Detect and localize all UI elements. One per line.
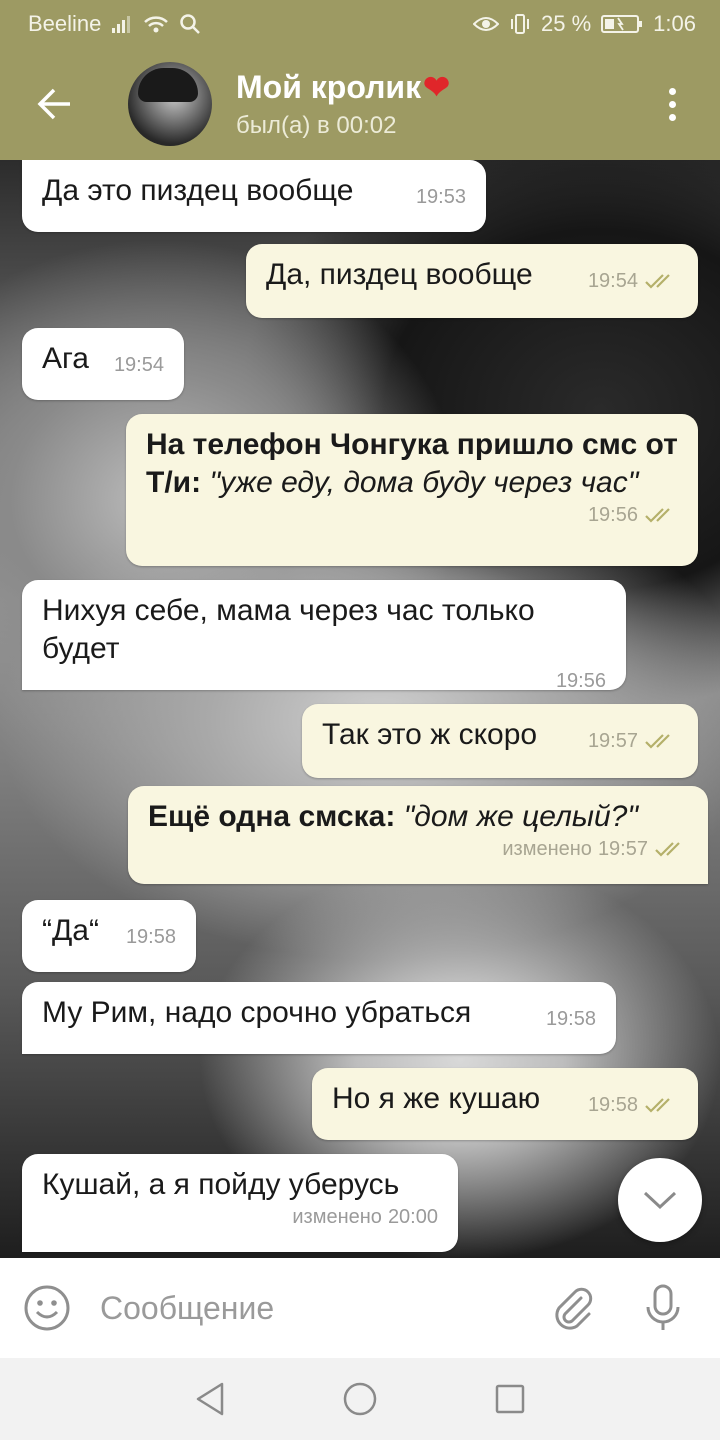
message-bubble[interactable]: “Да“ 19:58 xyxy=(22,900,196,972)
message-italic-text: "дом же целый?" xyxy=(403,800,638,833)
message-time: 19:53 xyxy=(415,186,466,208)
message-time: 20:00 xyxy=(387,1206,438,1228)
chevron-down-icon xyxy=(643,1191,677,1210)
message-input-bar xyxy=(0,1258,720,1358)
more-menu-button[interactable] xyxy=(624,48,720,160)
message-meta: 19:58 xyxy=(546,1008,596,1030)
search-icon xyxy=(179,13,201,35)
double-check-icon xyxy=(645,1098,670,1113)
more-vert-icon xyxy=(668,87,676,95)
message-text: Кушай, а я пойду уберусь xyxy=(42,1168,400,1201)
chat-title-text: Мой кролик xyxy=(236,68,422,105)
message-bubble[interactable]: Но я же кушаю 19:58 xyxy=(312,1068,698,1140)
eye-icon xyxy=(473,15,500,33)
carrier-label: Beeline xyxy=(28,11,102,36)
chat-header: Мой кролик ❤ был(а) в 00:02 xyxy=(0,48,720,160)
status-bar: Beeline 25 % 1:06 xyxy=(0,0,720,48)
back-arrow-icon xyxy=(37,88,70,120)
last-seen-status: был(а) в 00:02 xyxy=(236,112,397,139)
message-text: Да это пиздец вообще xyxy=(42,174,354,207)
message-bubble[interactable]: Кушай, а я пойду уберусь изменено 20:00 xyxy=(22,1154,458,1252)
nav-home-button[interactable] xyxy=(340,1379,380,1419)
message-text: Нихуя себе, мама через час только будет xyxy=(42,594,535,665)
battery-icon xyxy=(601,14,643,34)
system-nav-bar xyxy=(0,1358,720,1440)
voice-record-button[interactable] xyxy=(636,1281,690,1335)
emoji-button[interactable] xyxy=(20,1281,74,1335)
mic-icon xyxy=(646,1284,680,1330)
message-meta: 19:56 xyxy=(56,670,606,692)
nav-recents-button[interactable] xyxy=(490,1379,530,1419)
message-text: Да, пиздец вообще xyxy=(266,258,533,291)
message-bubble[interactable]: Да это пиздец вообще 19:53 xyxy=(22,160,486,232)
message-time: 19:56 xyxy=(587,504,638,526)
message-meta: 19:58 xyxy=(588,1094,678,1116)
nav-back-icon xyxy=(196,1382,224,1416)
message-time: 19:56 xyxy=(555,670,606,692)
message-edited: изменено xyxy=(292,1206,382,1228)
double-check-icon xyxy=(655,842,680,857)
paperclip-icon xyxy=(555,1287,593,1330)
attach-button[interactable] xyxy=(546,1281,600,1335)
message-time: 19:58 xyxy=(587,1094,638,1116)
heart-emoji: ❤ xyxy=(423,69,450,105)
message-meta: 19:54 xyxy=(114,354,164,376)
nav-home-icon xyxy=(343,1382,377,1416)
double-check-icon xyxy=(645,274,670,289)
message-bubble[interactable]: На телефон Чонгука пришло смс от Т/и: "у… xyxy=(126,414,698,566)
smile-icon xyxy=(24,1285,70,1331)
message-text: Так это ж скоро xyxy=(322,718,538,751)
message-text: Ага xyxy=(42,342,89,375)
message-time: 19:57 xyxy=(597,838,648,860)
message-time: 19:54 xyxy=(113,354,164,376)
message-time: 19:58 xyxy=(545,1008,596,1030)
message-bubble[interactable]: Так это ж скоро 19:57 xyxy=(302,704,698,778)
wifi-icon xyxy=(143,14,169,34)
message-bubble[interactable]: Му Рим, надо срочно убраться 19:58 xyxy=(22,982,616,1054)
message-bubble[interactable]: Да, пиздец вообще 19:54 xyxy=(246,244,698,318)
avatar[interactable] xyxy=(128,62,212,146)
message-time: 19:58 xyxy=(125,926,176,948)
scroll-to-bottom-button[interactable] xyxy=(618,1158,702,1242)
chat-area[interactable]: Да это пиздец вообще 19:53 Да, пиздец во… xyxy=(0,160,720,1258)
message-meta: изменено 19:57 xyxy=(162,838,688,860)
message-meta: 19:58 xyxy=(126,926,176,948)
message-bubble[interactable]: Нихуя себе, мама через час только будет … xyxy=(22,580,626,692)
message-bubble[interactable]: Ага 19:54 xyxy=(22,328,184,400)
message-bubble[interactable]: Ещё одна смска: "дом же целый?" изменено… xyxy=(128,786,708,884)
battery-percent: 25 % xyxy=(541,11,592,36)
message-time: 19:54 xyxy=(587,270,638,292)
back-button[interactable] xyxy=(0,48,110,160)
message-text: Му Рим, надо срочно убраться xyxy=(42,996,472,1029)
nav-back-button[interactable] xyxy=(190,1379,230,1419)
message-input[interactable] xyxy=(100,1289,546,1327)
message-text: “Да“ xyxy=(42,914,99,947)
message-meta: 19:56 xyxy=(160,504,678,526)
message-bold-text: Ещё одна смска: xyxy=(148,800,396,833)
message-meta: 19:54 xyxy=(588,270,678,292)
message-italic-text: "уже еду, дома буду через час" xyxy=(209,466,639,499)
double-check-icon xyxy=(645,734,670,749)
message-text: Но я же кушаю xyxy=(332,1082,541,1115)
message-meta: 19:53 xyxy=(416,186,466,208)
signal-icon xyxy=(111,14,133,34)
chat-title: Мой кролик ❤ xyxy=(236,68,450,106)
clock: 1:06 xyxy=(653,11,696,36)
message-edited: изменено xyxy=(502,838,592,860)
vibrate-icon xyxy=(509,13,531,35)
nav-recents-icon xyxy=(495,1384,525,1414)
chat-title-block[interactable]: Мой кролик ❤ был(а) в 00:02 xyxy=(236,68,450,140)
double-check-icon xyxy=(645,508,670,523)
message-meta: 19:57 xyxy=(588,730,678,752)
message-meta: изменено 20:00 xyxy=(56,1206,438,1228)
message-time: 19:57 xyxy=(587,730,638,752)
